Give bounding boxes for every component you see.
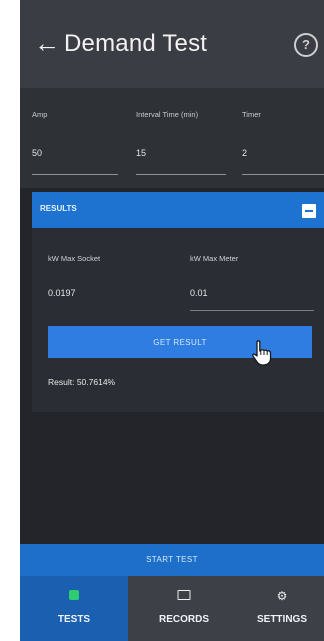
results-title: RESULTS bbox=[40, 204, 77, 213]
interval-time-label: Interval Time (min) bbox=[136, 110, 199, 119]
app-screen: ← Demand Test ? Amp 50 Interval Time (mi… bbox=[20, 0, 324, 641]
timer-value[interactable]: 2 bbox=[242, 148, 247, 158]
timer-underline bbox=[242, 174, 324, 175]
bottom-nav: TESTS RECORDS ⚙ SETTINGS bbox=[20, 576, 324, 641]
arrow-left-icon[interactable]: ← bbox=[34, 28, 60, 58]
interval-time-field[interactable]: Interval Time (min) 15 bbox=[136, 88, 226, 188]
kw-max-socket-value[interactable]: 0.0197 bbox=[48, 288, 76, 298]
timer-label: Timer bbox=[242, 110, 261, 119]
kw-max-meter-label: kW Max Meter bbox=[190, 254, 239, 263]
amp-label: Amp bbox=[32, 110, 48, 119]
start-test-button[interactable]: START TEST bbox=[20, 544, 324, 576]
tab-tests[interactable]: TESTS bbox=[20, 576, 128, 641]
kw-max-socket-label: kW Max Socket bbox=[48, 254, 101, 263]
tab-settings[interactable]: ⚙ SETTINGS bbox=[240, 576, 324, 641]
tab-records[interactable]: RECORDS bbox=[128, 576, 240, 641]
interval-time-value[interactable]: 15 bbox=[136, 148, 146, 158]
kw-max-meter-underline bbox=[190, 310, 314, 311]
tab-tests-label: TESTS bbox=[57, 614, 91, 625]
collapse-icon[interactable] bbox=[302, 204, 316, 218]
results-header[interactable]: RESULTS bbox=[32, 192, 324, 228]
amp-underline bbox=[32, 174, 118, 175]
result-text: Result: 50.7614% bbox=[48, 377, 116, 387]
start-test-label: START TEST bbox=[146, 555, 198, 564]
app-bar: ← Demand Test ? bbox=[20, 0, 324, 88]
tests-icon bbox=[69, 590, 79, 600]
tab-settings-label: SETTINGS bbox=[256, 614, 307, 625]
pointer-hand-icon bbox=[252, 340, 272, 366]
help-circle-icon[interactable]: ? bbox=[294, 33, 318, 57]
amp-field[interactable]: Amp 50 bbox=[32, 88, 118, 188]
test-parameters: Amp 50 Interval Time (min) 15 Timer 2 bbox=[20, 88, 324, 188]
folder-icon bbox=[177, 590, 191, 600]
kw-max-meter-value[interactable]: 0.01 bbox=[190, 288, 208, 298]
gear-icon: ⚙ bbox=[276, 589, 288, 603]
interval-time-underline bbox=[136, 174, 226, 175]
page-title: Demand Test bbox=[64, 30, 208, 57]
amp-value[interactable]: 50 bbox=[32, 148, 42, 158]
tab-records-label: RECORDS bbox=[158, 614, 209, 625]
timer-field[interactable]: Timer 2 bbox=[242, 88, 324, 188]
